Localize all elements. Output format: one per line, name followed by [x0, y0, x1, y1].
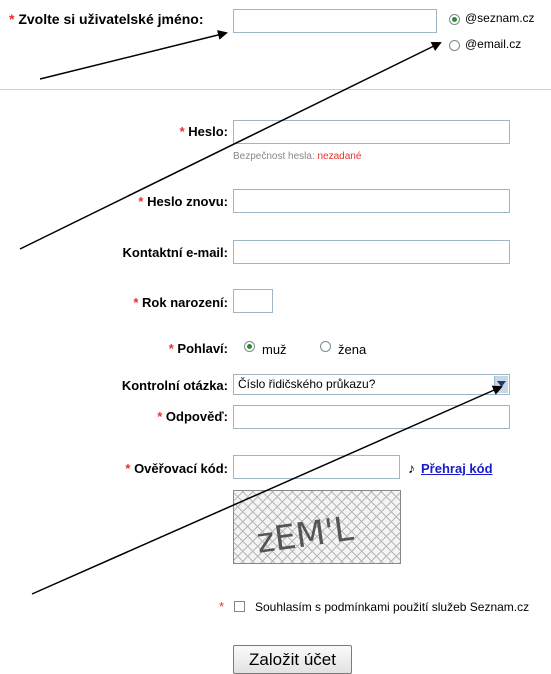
arrow-to-username-input — [39, 30, 228, 80]
arrow-to-question-dropdown — [31, 385, 503, 595]
arrow-to-email-domain — [19, 42, 442, 250]
annotation-arrows — [19, 30, 503, 595]
